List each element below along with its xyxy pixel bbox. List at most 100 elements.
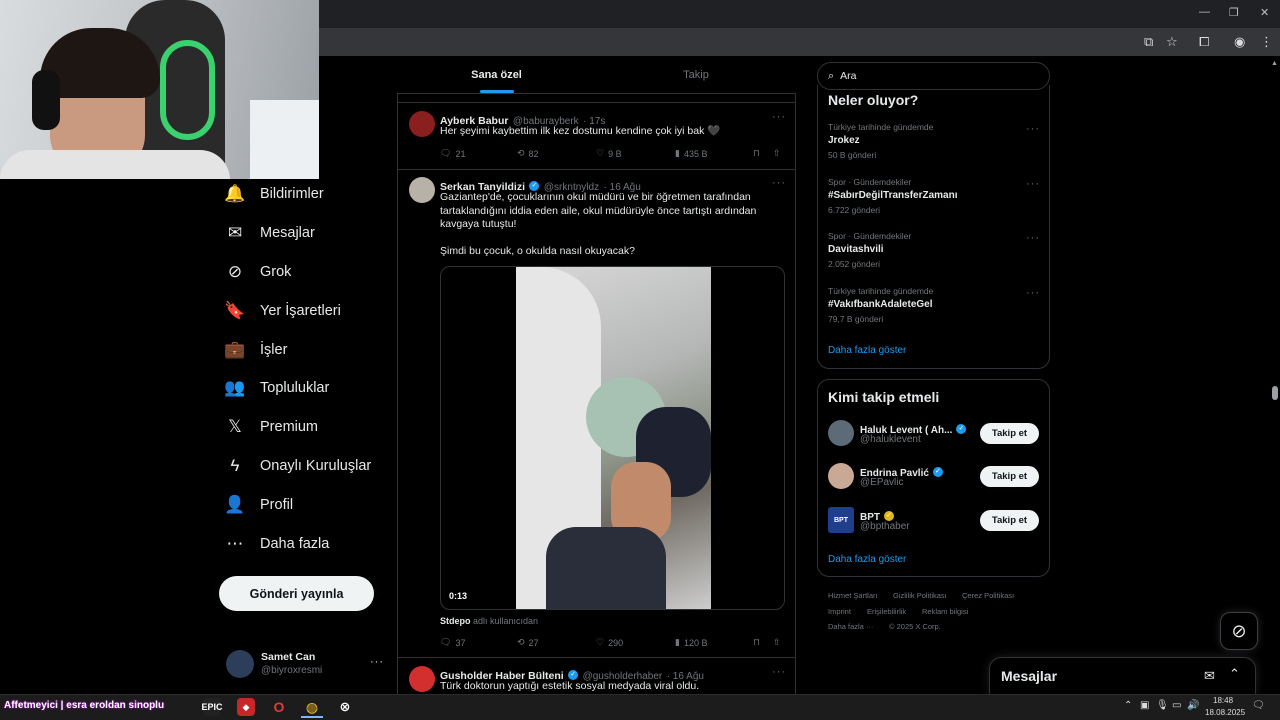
window-restore-button[interactable]: ❐ bbox=[1229, 6, 1239, 19]
follow-avatar[interactable] bbox=[828, 420, 854, 446]
nav-item-lightning[interactable]: ϟ Onaylı Kuruluşlar bbox=[224, 449, 372, 483]
scroll-up-icon[interactable]: ▲ bbox=[1271, 60, 1278, 67]
trend-title[interactable]: #SabırDeğilTransferZamanı bbox=[828, 190, 958, 201]
footer-link[interactable]: Daha fazla ··· bbox=[828, 622, 873, 631]
tray-icon[interactable]: ▣ bbox=[1140, 700, 1149, 711]
trends-show-more-link[interactable]: Daha fazla göster bbox=[828, 345, 906, 356]
nav-item-person[interactable]: 👤 Profil bbox=[224, 488, 293, 522]
trend-more-icon[interactable]: ··· bbox=[1026, 232, 1040, 244]
taskbar-time[interactable]: 18:48 bbox=[1213, 696, 1233, 705]
tweet-avatar[interactable] bbox=[409, 666, 435, 692]
nav-item-bookmark[interactable]: 🔖 Yer İşaretleri bbox=[224, 294, 340, 328]
nav-item-envelope[interactable]: ✉ Mesajlar bbox=[224, 216, 315, 250]
bookmark-icon[interactable]: ⊓ bbox=[753, 637, 760, 648]
footer-link[interactable]: Çerez Politikası bbox=[962, 591, 1014, 600]
scrollbar-thumb[interactable] bbox=[1272, 386, 1278, 400]
repost-button[interactable]: ⟲ 82 bbox=[517, 148, 539, 159]
messages-drawer[interactable]: Mesajlar ✉ ⌃ bbox=[989, 657, 1256, 694]
microphone-icon[interactable]: 🎙 bbox=[1156, 700, 1169, 711]
nav-item-people[interactable]: 👥 Topluluklar bbox=[224, 371, 329, 405]
trend-title[interactable]: #VakıfbankAdaleteGel bbox=[828, 299, 933, 310]
new-message-icon[interactable]: ✉ bbox=[1204, 668, 1215, 684]
nav-item-grok[interactable]: ⊘ Grok bbox=[224, 255, 292, 289]
views-button[interactable]: ▮ 435 B bbox=[675, 148, 707, 159]
follow-avatar[interactable] bbox=[828, 463, 854, 489]
views-button[interactable]: ▮ 120 B bbox=[675, 637, 707, 648]
tweet-avatar[interactable] bbox=[409, 177, 435, 203]
follow-handle[interactable]: @bpthaber bbox=[860, 521, 910, 532]
messages-drawer-title: Mesajlar bbox=[1001, 668, 1058, 684]
tab-following[interactable]: Takip bbox=[596, 56, 796, 94]
trend-more-icon[interactable]: ··· bbox=[1026, 178, 1040, 190]
taskbar-date[interactable]: 18.08.2025 bbox=[1205, 708, 1245, 717]
nav-item-bell[interactable]: 🔔 Bildirimler bbox=[224, 177, 323, 211]
video-source-user[interactable]: Stdepo bbox=[440, 616, 471, 626]
chart-icon: ▮ bbox=[675, 148, 680, 158]
nav-item-label: Onaylı Kuruluşlar bbox=[260, 458, 372, 474]
profile-icon[interactable]: ◉ bbox=[1234, 34, 1245, 50]
extensions-icon[interactable]: ⧠ bbox=[1199, 34, 1209, 50]
verified-badge-icon: ✓ bbox=[932, 466, 943, 477]
like-button[interactable]: ♡ 290 bbox=[596, 637, 623, 648]
nav-item-x-logo[interactable]: 𝕏 Premium bbox=[224, 410, 318, 444]
bookmark-star-icon[interactable]: ☆ bbox=[1166, 34, 1178, 50]
follow-handle[interactable]: @EPavlic bbox=[860, 477, 904, 488]
browser-menu-icon[interactable]: ⋮ bbox=[1260, 34, 1273, 50]
app-icon[interactable]: ◆ bbox=[237, 698, 255, 716]
like-button[interactable]: ♡ 9 B bbox=[596, 148, 622, 159]
install-app-icon[interactable]: ⧉ bbox=[1144, 34, 1153, 50]
share-icon[interactable]: ⇧ bbox=[773, 148, 781, 159]
footer-link[interactable]: Hizmet Şartları bbox=[828, 591, 878, 600]
search-input[interactable]: Ara bbox=[840, 70, 856, 82]
tweet-avatar[interactable] bbox=[409, 111, 435, 137]
page-scrollbar[interactable] bbox=[1270, 56, 1280, 694]
opera-icon[interactable]: O bbox=[270, 698, 288, 716]
follow-button[interactable]: Takip et bbox=[980, 423, 1039, 444]
footer-link[interactable]: Imprint bbox=[828, 607, 851, 616]
window-close-button[interactable]: ✕ bbox=[1260, 6, 1269, 19]
repost-button[interactable]: ⟲ 27 bbox=[517, 637, 539, 648]
volume-icon[interactable]: 🔊 bbox=[1187, 700, 1199, 711]
trend-more-icon[interactable]: ··· bbox=[1026, 123, 1040, 135]
reply-button[interactable]: 🗨 37 bbox=[440, 637, 465, 648]
network-icon[interactable]: ▭ bbox=[1172, 700, 1181, 711]
tweet-video[interactable]: 0:13 bbox=[440, 266, 785, 610]
chrome-icon[interactable]: ◍ bbox=[303, 698, 321, 716]
trend-title[interactable]: Davitashvili bbox=[828, 244, 884, 255]
expand-chevron-icon[interactable]: ⌃ bbox=[1229, 666, 1240, 682]
tray-overflow-icon[interactable]: ⌃ bbox=[1124, 700, 1132, 711]
footer-link[interactable]: Erişilebilirlik bbox=[867, 607, 906, 616]
tab-for-you[interactable]: Sana özel bbox=[397, 56, 596, 94]
follow-button[interactable]: Takip et bbox=[980, 466, 1039, 487]
repost-count: 27 bbox=[528, 637, 539, 648]
window-minimize-button[interactable]: — bbox=[1199, 6, 1210, 18]
trend-more-icon[interactable]: ··· bbox=[1026, 287, 1040, 299]
video-figure bbox=[546, 527, 666, 609]
epic-games-icon[interactable]: EPIC bbox=[202, 698, 223, 716]
tweet-more-icon[interactable]: ··· bbox=[772, 111, 786, 123]
footer-link[interactable]: Reklam bilgisi bbox=[922, 607, 968, 616]
app-icon[interactable]: ⊗ bbox=[336, 698, 354, 716]
follow-avatar[interactable]: BPT bbox=[828, 507, 854, 533]
account-avatar[interactable] bbox=[226, 650, 254, 678]
footer-copyright: © 2025 X Corp. bbox=[889, 622, 941, 631]
account-more-icon[interactable]: ··· bbox=[370, 656, 384, 668]
notification-icon[interactable]: 🗨 bbox=[1252, 700, 1265, 711]
tweet-more-icon[interactable]: ··· bbox=[772, 177, 786, 189]
nav-item-more-circle[interactable]: ⋯ Daha fazla bbox=[224, 527, 330, 561]
follow-show-more-link[interactable]: Daha fazla göster bbox=[828, 554, 906, 565]
tweet-more-icon[interactable]: ··· bbox=[772, 666, 786, 678]
bookmark-icon[interactable]: ⊓ bbox=[753, 148, 760, 159]
footer-link[interactable]: Gizlilik Politikası bbox=[893, 591, 947, 600]
post-button[interactable]: Gönderi yayınla bbox=[219, 576, 374, 611]
grok-fab-button[interactable]: ⊘ bbox=[1220, 612, 1258, 650]
who-to-follow-title: Kimi takip etmeli bbox=[828, 389, 940, 405]
nav-item-briefcase[interactable]: 💼 İşler bbox=[224, 333, 287, 367]
share-icon[interactable]: ⇧ bbox=[773, 637, 781, 648]
follow-button[interactable]: Takip et bbox=[980, 510, 1039, 531]
trend-title[interactable]: Jrokez bbox=[828, 135, 860, 146]
video-frame bbox=[516, 267, 711, 609]
reply-button[interactable]: 🗨 21 bbox=[440, 148, 465, 159]
follow-handle[interactable]: @haluklevent bbox=[860, 434, 921, 445]
like-count: 9 B bbox=[608, 148, 622, 159]
